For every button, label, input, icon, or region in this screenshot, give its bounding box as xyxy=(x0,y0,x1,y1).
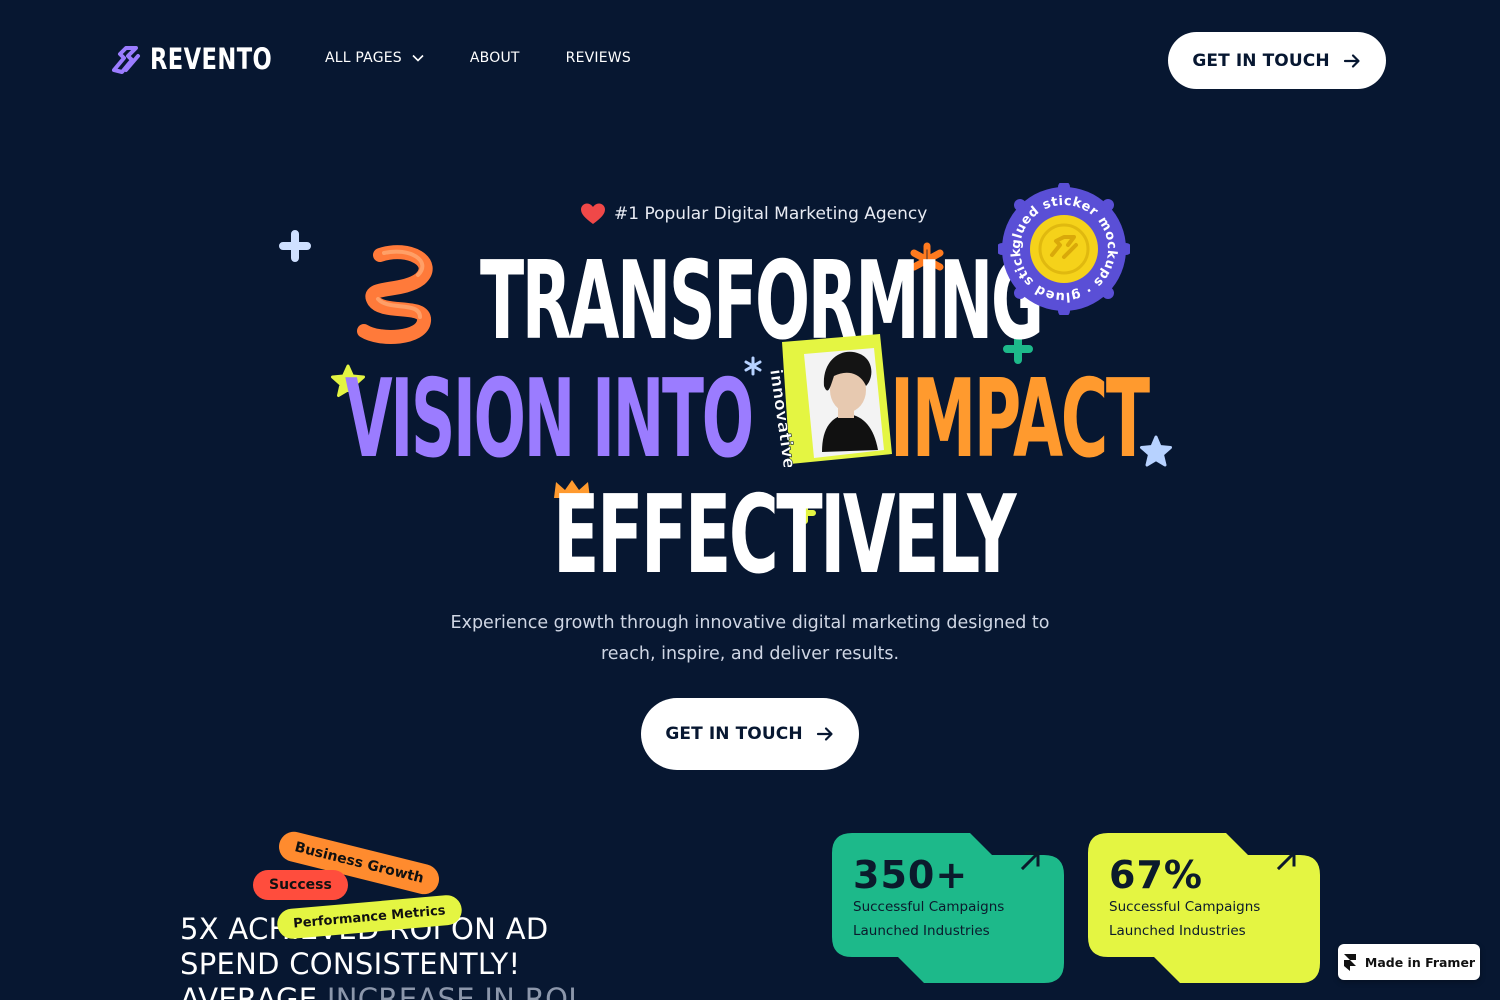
hero-badge: #1 Popular Digital Marketing Agency xyxy=(580,202,927,226)
stat-card[interactable]: 350+ Successful Campaigns Launched Indus… xyxy=(832,833,1064,983)
stat-label-1: Successful Campaigns xyxy=(853,899,1005,915)
button-label: GET IN TOUCH xyxy=(665,724,803,744)
stat-card[interactable]: 67% Successful Campaigns Launched Indust… xyxy=(1088,833,1320,983)
nav-get-in-touch-button[interactable]: GET IN TOUCH xyxy=(1168,32,1386,89)
heart-icon xyxy=(581,203,605,224)
nav-item-about[interactable]: ABOUT xyxy=(470,50,520,66)
button-label: GET IN TOUCH xyxy=(1192,50,1330,71)
stat-label-2: Launched Industries xyxy=(1109,923,1246,939)
hero-get-in-touch-button[interactable]: GET IN TOUCH xyxy=(641,698,859,770)
headline-line-3: EFFECTIVELY xyxy=(553,473,1017,598)
tag-success: Success xyxy=(253,870,348,900)
arrow-up-right-icon[interactable] xyxy=(1274,847,1300,873)
framer-logo-icon xyxy=(1343,954,1356,971)
nav-item-reviews[interactable]: REVIEWS xyxy=(566,50,631,66)
headline-line-2a: VISION INTO xyxy=(345,357,754,482)
brand-logo[interactable]: REVENTO xyxy=(110,42,307,76)
stat-value: 350+ xyxy=(853,853,969,897)
framer-badge-label: Made in Framer xyxy=(1364,954,1476,970)
nav-item-label: REVIEWS xyxy=(565,50,631,66)
glued-sticker-badge: glued sticker mockups · glued sticker mo… xyxy=(998,183,1130,315)
brand-name: REVENTO xyxy=(150,42,273,76)
arrow-right-icon xyxy=(816,727,833,741)
nav-item-all-pages[interactable]: ALL PAGES xyxy=(325,50,424,66)
headline-line-1: TRANSFORMING xyxy=(480,239,1044,364)
top-nav: REVENTO ALL PAGES ABOUT REVIEWS GET IN T… xyxy=(0,0,1500,120)
hero-subtitle: Experience growth through innovative dig… xyxy=(450,613,1050,664)
stat-label-1: Successful Campaigns xyxy=(1109,899,1261,915)
chevron-down-icon xyxy=(412,54,424,62)
arrow-up-right-icon[interactable] xyxy=(1018,847,1044,873)
spring-coil-icon xyxy=(357,245,433,344)
portrait-image: innovative Strategy xyxy=(765,334,892,467)
logo-mark-icon xyxy=(112,46,140,74)
made-in-framer-badge[interactable]: Made in Framer xyxy=(1338,944,1480,980)
hero-badge-text: #1 Popular Digital Marketing Agency xyxy=(614,204,928,224)
plus-icon xyxy=(279,230,311,262)
nav-item-label: ALL PAGES xyxy=(325,50,402,66)
stat-label-2: Launched Industries xyxy=(853,923,990,939)
stat-value: 67% xyxy=(1109,853,1203,897)
nav-item-label: ABOUT xyxy=(469,50,520,66)
roi-tail-text: INCREASE IN ROI xyxy=(326,982,578,1000)
arrow-right-icon xyxy=(1343,53,1360,68)
headline-line-2b: IMPACT xyxy=(890,357,1150,482)
nav-links: ALL PAGES ABOUT REVIEWS xyxy=(325,50,631,66)
